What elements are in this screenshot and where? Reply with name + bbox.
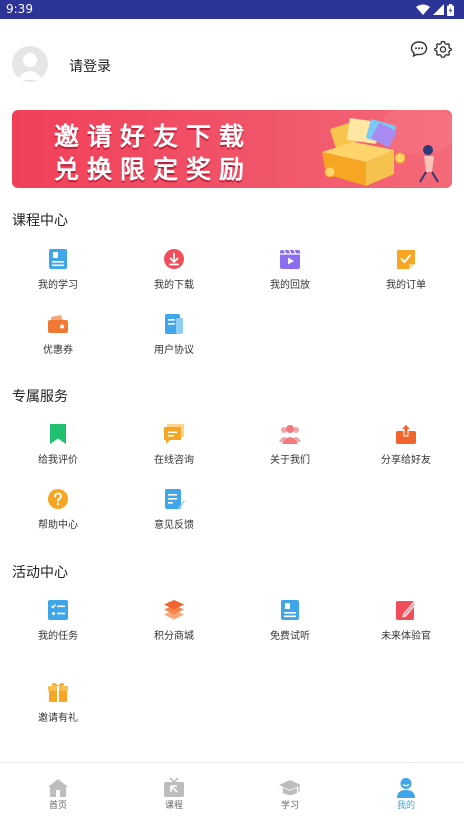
my-download-label: 我的下载	[154, 280, 194, 291]
online-consult-label: 在线咨询	[154, 455, 194, 466]
team-icon	[279, 425, 301, 444]
gift-icon	[48, 682, 68, 702]
help-center-item[interactable]: 帮助中心	[0, 488, 116, 538]
my-download-item[interactable]: 我的下载	[116, 248, 232, 298]
avatar[interactable]	[12, 46, 48, 82]
tab-course[interactable]: 课程	[116, 763, 232, 825]
rate-us-item[interactable]: 给我评价	[0, 423, 116, 473]
coupon-item[interactable]: 优惠券	[0, 313, 116, 363]
settings-gear-icon[interactable]	[434, 40, 452, 58]
help-icon	[48, 489, 68, 509]
share-friends-item[interactable]: 分享给好友	[348, 423, 464, 473]
user-icon	[397, 778, 415, 798]
tab-mine-label: 我的	[396, 801, 415, 811]
download-icon	[164, 249, 184, 269]
about-us-item[interactable]: 关于我们	[232, 423, 348, 473]
task-icon	[48, 600, 68, 620]
document-icon	[165, 314, 183, 334]
my-study-label: 我的学习	[38, 280, 78, 291]
invite-gift-label: 邀请有礼	[38, 713, 78, 724]
play-icon	[280, 249, 300, 269]
future-experience-officer-label: 未来体验官	[381, 631, 431, 642]
points-mall-label: 积分商城	[154, 631, 194, 642]
points-mall-item[interactable]: 积分商城	[116, 599, 232, 649]
coupon-icon	[48, 315, 68, 333]
my-task-item[interactable]: 我的任务	[0, 599, 116, 649]
banner-title-line2: 兑换限定奖励	[54, 155, 253, 184]
bookmark-icon	[50, 424, 66, 444]
status-icons	[416, 3, 454, 16]
help-center-label: 帮助中心	[38, 520, 78, 531]
free-trial-label: 免费试听	[270, 631, 310, 642]
tab-study[interactable]: 学习	[232, 763, 348, 825]
user-agreement-label: 用户协议	[154, 345, 194, 356]
status-time: 9:39	[6, 2, 33, 16]
share-friends-label: 分享给好友	[381, 455, 431, 466]
feedback-label: 意见反馈	[154, 520, 194, 531]
tv-icon	[164, 777, 184, 797]
my-study-item[interactable]: 我的学习	[0, 248, 116, 298]
banner-title-line1: 邀请好友下载	[54, 122, 253, 151]
invite-gift-item[interactable]: 邀请有礼	[0, 681, 116, 731]
order-icon	[397, 250, 415, 269]
free-trial-item[interactable]: 免费试听	[232, 599, 348, 649]
message-icon[interactable]	[410, 40, 428, 58]
battery-icon	[447, 3, 454, 16]
share-icon	[396, 423, 416, 444]
my-task-label: 我的任务	[38, 631, 78, 642]
gift-box-illustration-icon	[322, 110, 452, 186]
listen-icon	[281, 600, 299, 620]
my-replay-label: 我的回放	[270, 280, 310, 291]
home-icon	[48, 779, 68, 797]
feedback-icon	[165, 489, 185, 509]
user-agreement-item[interactable]: 用户协议	[116, 313, 232, 363]
edit-icon	[396, 601, 416, 620]
bottom-tab-bar: 首页 课程 学习 我的	[0, 762, 464, 825]
activity-center-title: 活动中心	[12, 565, 68, 581]
coupon-label: 优惠券	[43, 345, 73, 356]
default-avatar-icon	[17, 53, 43, 80]
graduation-cap-icon	[279, 780, 301, 795]
tab-home-label: 首页	[48, 801, 67, 811]
invite-banner[interactable]: 邀请好友下载 兑换限定奖励	[12, 110, 452, 188]
my-replay-item[interactable]: 我的回放	[232, 248, 348, 298]
my-order-item[interactable]: 我的订单	[348, 248, 464, 298]
login-link[interactable]: 请登录	[69, 56, 111, 76]
my-order-label: 我的订单	[386, 280, 426, 291]
chat-icon	[164, 424, 184, 444]
status-bar: 9:39	[0, 0, 464, 19]
about-us-label: 关于我们	[270, 455, 310, 466]
tab-mine[interactable]: 我的	[348, 763, 464, 825]
tab-study-label: 学习	[280, 801, 299, 811]
exclusive-service-title: 专属服务	[12, 389, 68, 405]
rate-us-label: 给我评价	[38, 455, 78, 466]
book-icon	[49, 249, 67, 269]
feedback-item[interactable]: 意见反馈	[116, 488, 232, 538]
course-center-title: 课程中心	[12, 213, 68, 229]
future-experience-officer-item[interactable]: 未来体验官	[348, 599, 464, 649]
layers-icon	[164, 600, 184, 620]
tab-home[interactable]: 首页	[0, 763, 116, 825]
online-consult-item[interactable]: 在线咨询	[116, 423, 232, 473]
tab-course-label: 课程	[164, 801, 183, 811]
signal-icon	[433, 4, 444, 15]
wifi-icon	[416, 4, 430, 15]
